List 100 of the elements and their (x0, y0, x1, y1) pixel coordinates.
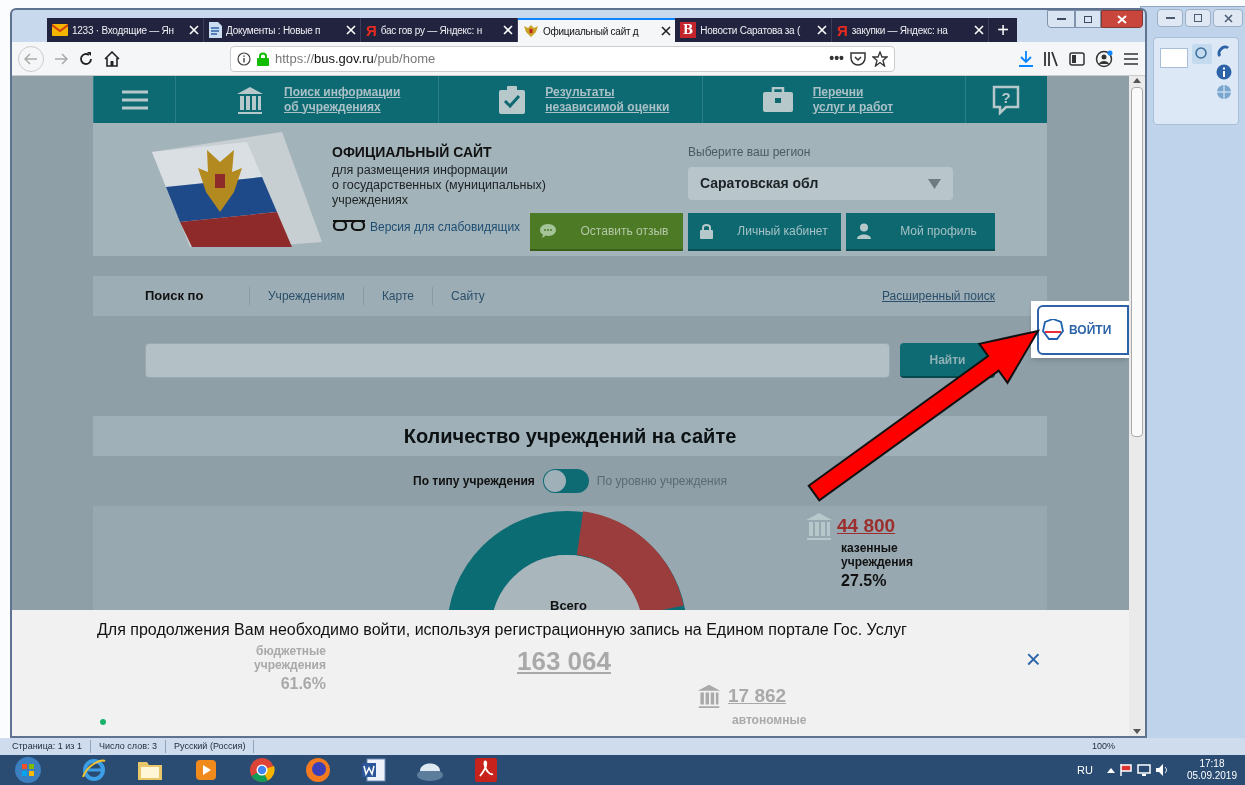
search-by-label: Поиск по (145, 287, 205, 306)
star-icon[interactable] (872, 50, 888, 67)
view-toggle[interactable] (542, 469, 589, 493)
dropdown-caret-icon (928, 178, 941, 189)
padlock-icon (257, 51, 269, 66)
header-button[interactable]: Мой профиль (846, 213, 995, 251)
minimize-button[interactable] (1157, 9, 1183, 27)
info-icon[interactable] (237, 51, 251, 66)
building-icon (805, 512, 833, 541)
back-arrow-icon (24, 52, 38, 65)
pocket-icon[interactable] (850, 51, 866, 66)
tray-arrow-icon[interactable] (1106, 767, 1115, 773)
search-type-link[interactable]: Сайту (432, 287, 503, 305)
budget-institutions-label: бюджетные учреждения (254, 644, 326, 672)
reload-icon[interactable] (78, 50, 94, 67)
status-bar-item[interactable]: Русский (Россия) (174, 739, 255, 754)
new-tab-button[interactable]: + (989, 18, 1017, 42)
tab-title: Официальный сайт д (543, 24, 640, 39)
state-institutions-percent: 27.5% (841, 570, 888, 591)
speaker-icon[interactable] (1154, 763, 1169, 777)
ribbon-search-field[interactable] (1160, 48, 1188, 68)
tab-title: бас гов ру — Яндекс: н (380, 23, 483, 38)
favicon-badge: B (680, 22, 697, 38)
clock-time[interactable]: 17:18 (1199, 758, 1225, 770)
status-bar-item[interactable]: Страница: 1 из 1 (12, 739, 91, 754)
scroll-down-icon[interactable] (1133, 729, 1141, 734)
close-icon (1223, 13, 1233, 23)
language-indicator[interactable]: RU (1077, 761, 1093, 779)
library-icon[interactable] (1043, 50, 1059, 67)
start-button-icon[interactable] (14, 756, 42, 784)
state-institutions-label: казенные учреждения (841, 540, 913, 569)
site-title: ОФИЦИАЛЬНЫЙ САЙТ (332, 143, 493, 161)
favicon-letter: Я (366, 22, 377, 38)
total-count: 163 064 (517, 645, 611, 678)
clock-date[interactable]: 05.09.2019 (1186, 770, 1237, 782)
status-bar-item[interactable]: Число слов: 3 (98, 739, 166, 754)
account-icon[interactable] (1095, 49, 1113, 68)
network-icon[interactable] (1136, 763, 1151, 777)
letter-e-logo-icon[interactable] (81, 757, 107, 783)
tab-title: 1233 · Входящие — Ян (72, 23, 175, 38)
scrollbar[interactable] (1129, 76, 1145, 736)
pdf-document-icon[interactable] (474, 757, 498, 783)
tab-title: Документы : Новые п (226, 23, 322, 38)
building-icon (696, 684, 722, 709)
favicon-letter: Я (837, 22, 848, 38)
close-icon[interactable] (661, 26, 671, 36)
login-notice-text: Для продолжения Вам необходимо войти, используя регистрационную запись на Едином портале Гос. Услуг (97, 620, 907, 640)
info-icon[interactable] (1216, 64, 1232, 80)
scroll-up-icon[interactable] (1133, 78, 1141, 83)
close-button[interactable] (1101, 10, 1143, 28)
download-icon[interactable] (1019, 50, 1033, 67)
maximize-button[interactable] (1075, 10, 1101, 28)
browser-tab[interactable]: Я закупки — Яндекс: на (832, 18, 989, 42)
search-type-link[interactable]: Карте (362, 287, 432, 305)
address-bar[interactable]: https://bus.gov.ru/pub/home ••• (230, 45, 895, 72)
word-document-icon[interactable] (361, 757, 387, 783)
budget-institutions-percent: 61.6% (280, 674, 326, 694)
padlock-icon (699, 223, 713, 239)
browser-tab[interactable]: Я бас гов ру — Яндекс: н (361, 18, 518, 42)
stats-title: Количество учреждений на сайте (403, 424, 737, 449)
menu-icon[interactable] (1123, 51, 1139, 66)
flag-icon[interactable] (1118, 763, 1133, 777)
play-button-icon[interactable] (194, 758, 218, 782)
advanced-search-link[interactable]: Расширенный поиск (882, 287, 995, 305)
low-vision-link[interactable]: Версия для слабовидящих (370, 218, 521, 236)
url-text: https://bus.gov.ru/pub/home (275, 49, 436, 68)
scrollbar-thumb[interactable] (1131, 87, 1143, 437)
building-icon (236, 85, 264, 114)
chrome-logo-icon[interactable] (249, 757, 275, 783)
login-button[interactable]: ВОЙТИ (1037, 304, 1129, 355)
home-icon[interactable] (104, 50, 120, 67)
restore-button[interactable] (1185, 9, 1211, 27)
search-type-link[interactable]: Учреждениям (249, 287, 363, 305)
glasses-icon (332, 218, 366, 232)
eagle-emblem-icon (523, 23, 539, 39)
minimize-button[interactable] (1047, 10, 1075, 28)
help-icon[interactable]: ? (992, 84, 1021, 115)
toggle-label[interactable]: По типу учреждения (413, 472, 535, 490)
region-select[interactable]: Саратовская обл (688, 167, 953, 200)
search-field[interactable] (145, 343, 890, 378)
browser-tab[interactable]: 1233 · Входящие — Ян (47, 18, 204, 42)
browser-tab[interactable]: B Новости Саратова за ( (675, 18, 832, 42)
close-button[interactable]: × (1025, 646, 1041, 672)
speech-bubble-icon (540, 224, 556, 238)
browser-tab[interactable]: Официальный сайт д (518, 18, 675, 42)
tab-title: Новости Саратова за ( (700, 23, 802, 38)
magnifier-icon[interactable] (1192, 44, 1212, 64)
sidebar-icon[interactable] (1069, 51, 1085, 66)
page-actions-button[interactable]: ••• (829, 48, 844, 69)
close-button[interactable] (1213, 9, 1243, 27)
logo-icon (1041, 318, 1065, 341)
firefox-logo-icon[interactable] (305, 757, 331, 783)
envelope-icon (52, 24, 68, 36)
autonomous-label: автономные (732, 711, 807, 729)
document-icon (209, 22, 222, 38)
header-button[interactable]: Личный кабинет (688, 213, 841, 251)
zoom-level[interactable]: 100% (1091, 739, 1115, 754)
site-subtitle: для размещения информации о государственных (муниципальных) учреждениях (332, 163, 547, 208)
person-icon (857, 223, 871, 239)
browser-tab[interactable]: Документы : Новые п (204, 18, 361, 42)
